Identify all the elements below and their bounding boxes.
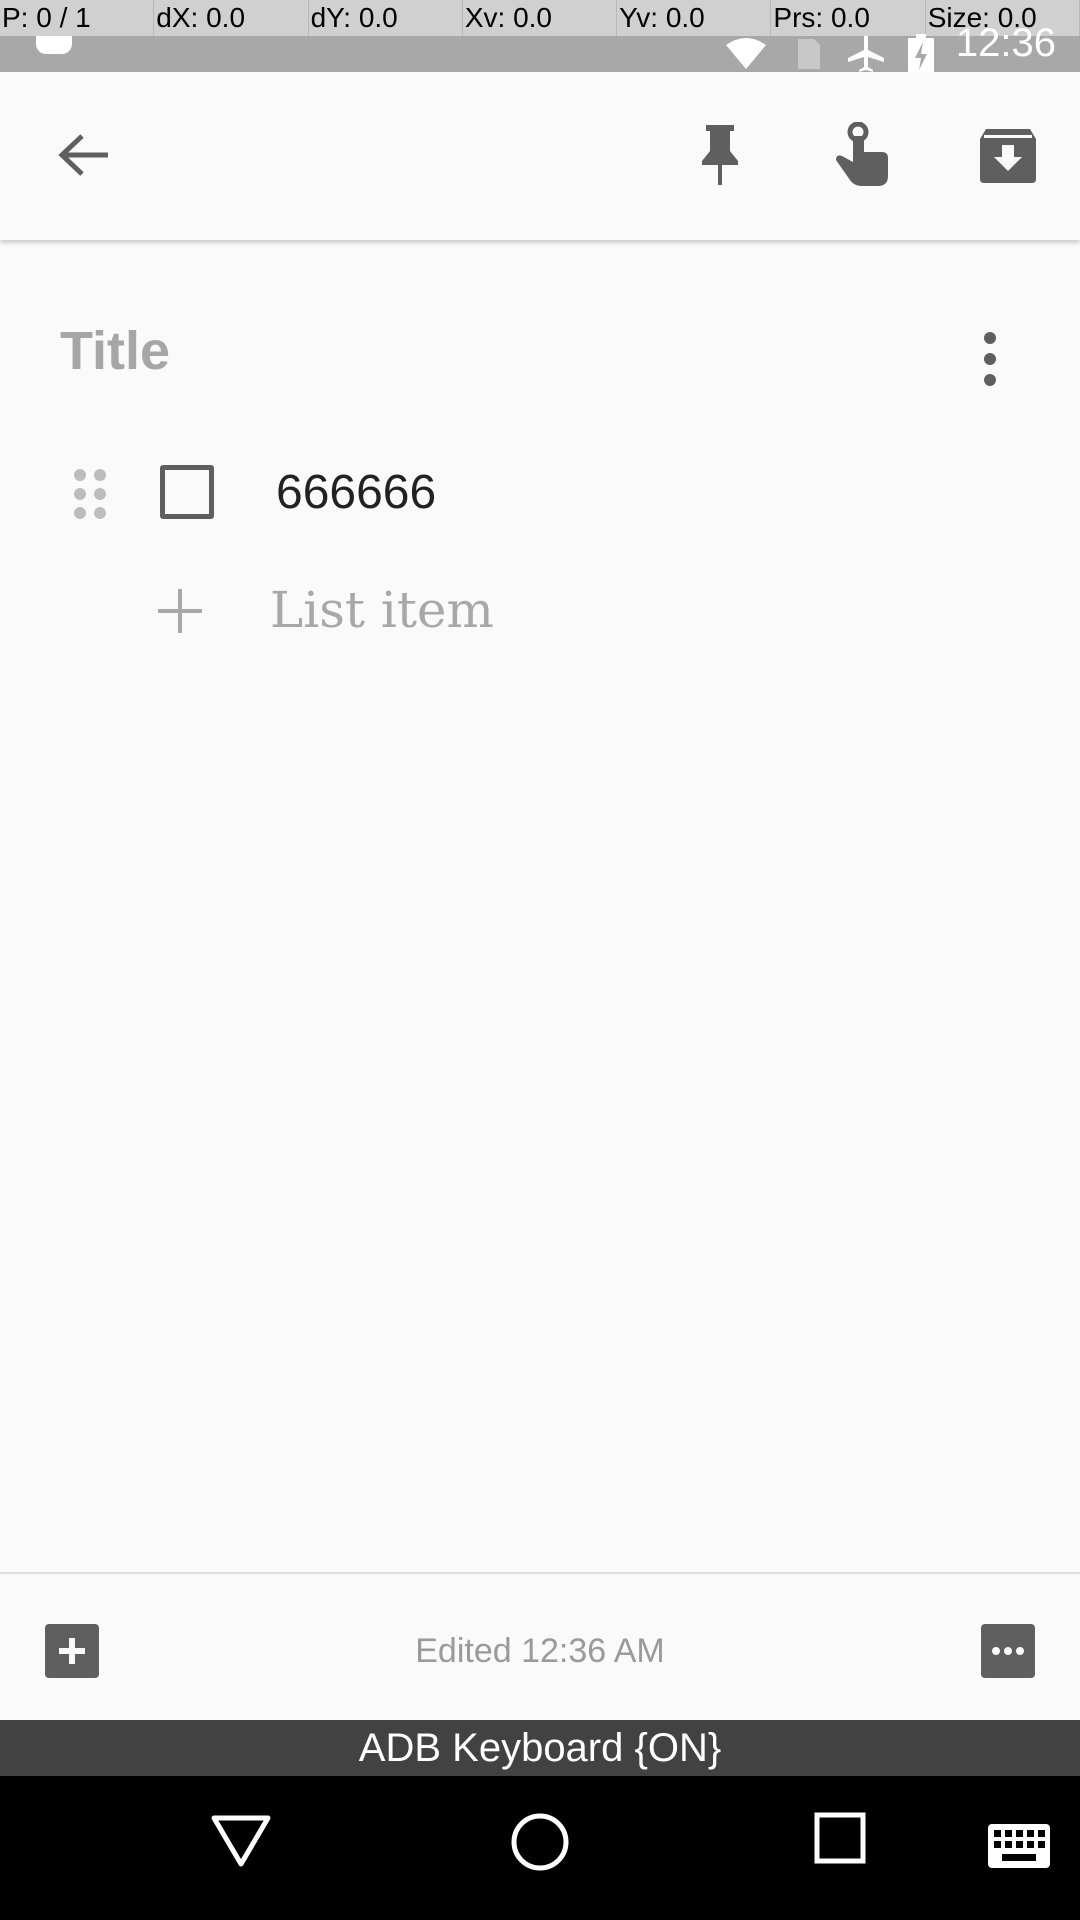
back-nav-button[interactable] <box>210 1812 272 1873</box>
square-recents-icon <box>814 1812 866 1864</box>
pointer-dx: dX: 0.0 <box>154 0 309 36</box>
circle-home-icon <box>511 1813 569 1871</box>
more-horiz-icon <box>992 1647 1024 1655</box>
pointer-p: P: 0 / 1 <box>0 0 155 36</box>
item-checkbox[interactable] <box>160 465 214 519</box>
no-sim-icon <box>797 39 820 69</box>
navigation-bar <box>0 1776 1080 1920</box>
keyboard-icon <box>988 1824 1050 1868</box>
pin-icon <box>702 125 738 185</box>
pointer-yv: Yv: 0.0 <box>617 0 772 36</box>
recents-nav-button[interactable] <box>814 1812 866 1869</box>
adb-keyboard-banner: ADB Keyboard {ON} <box>0 1720 1080 1776</box>
status-clock: 12:36 <box>955 20 1056 65</box>
pointer-xv: Xv: 0.0 <box>463 0 618 36</box>
pointer-prs: Prs: 0.0 <box>771 0 926 36</box>
more-options-button[interactable] <box>970 330 1010 390</box>
arrow-left-icon <box>58 134 108 176</box>
archive-icon <box>980 129 1036 183</box>
reminder-finger-icon <box>836 122 888 186</box>
item-text[interactable]: 666666 <box>276 465 436 520</box>
drag-handle-icon[interactable] <box>72 467 108 526</box>
home-nav-button[interactable] <box>510 1812 570 1877</box>
title-input[interactable]: Title <box>60 320 170 382</box>
more-vert-icon <box>984 332 996 386</box>
list-item: 666666 <box>0 455 1080 535</box>
triangle-back-icon <box>211 1815 271 1867</box>
note-actions-button[interactable] <box>981 1624 1035 1678</box>
keyboard-switch-button[interactable] <box>988 1824 1050 1873</box>
status-bar: P: 0 / 1 dX: 0.0 dY: 0.0 Xv: 0.0 Yv: 0.0… <box>0 0 1080 74</box>
airplane-mode-icon <box>847 36 884 72</box>
bottom-bar: Edited 12:36 AM <box>0 1572 1080 1722</box>
status-icons: 12:36 <box>724 21 1056 74</box>
pointer-dy: dY: 0.0 <box>309 0 463 36</box>
battery-charging-icon <box>907 34 934 74</box>
archive-button[interactable] <box>970 117 1046 193</box>
add-list-item-row[interactable]: List item <box>0 575 1080 655</box>
pointer-location-overlay: P: 0 / 1 dX: 0.0 dY: 0.0 Xv: 0.0 Yv: 0.0… <box>0 0 1080 36</box>
reminder-button[interactable] <box>824 117 900 193</box>
add-item-placeholder[interactable]: List item <box>270 581 494 639</box>
edited-timestamp: Edited 12:36 AM <box>415 1632 665 1670</box>
note-toolbar <box>0 72 1080 240</box>
pin-button[interactable] <box>682 117 758 193</box>
wifi-icon <box>725 38 766 69</box>
back-button[interactable] <box>46 117 122 193</box>
plus-icon <box>156 581 204 646</box>
